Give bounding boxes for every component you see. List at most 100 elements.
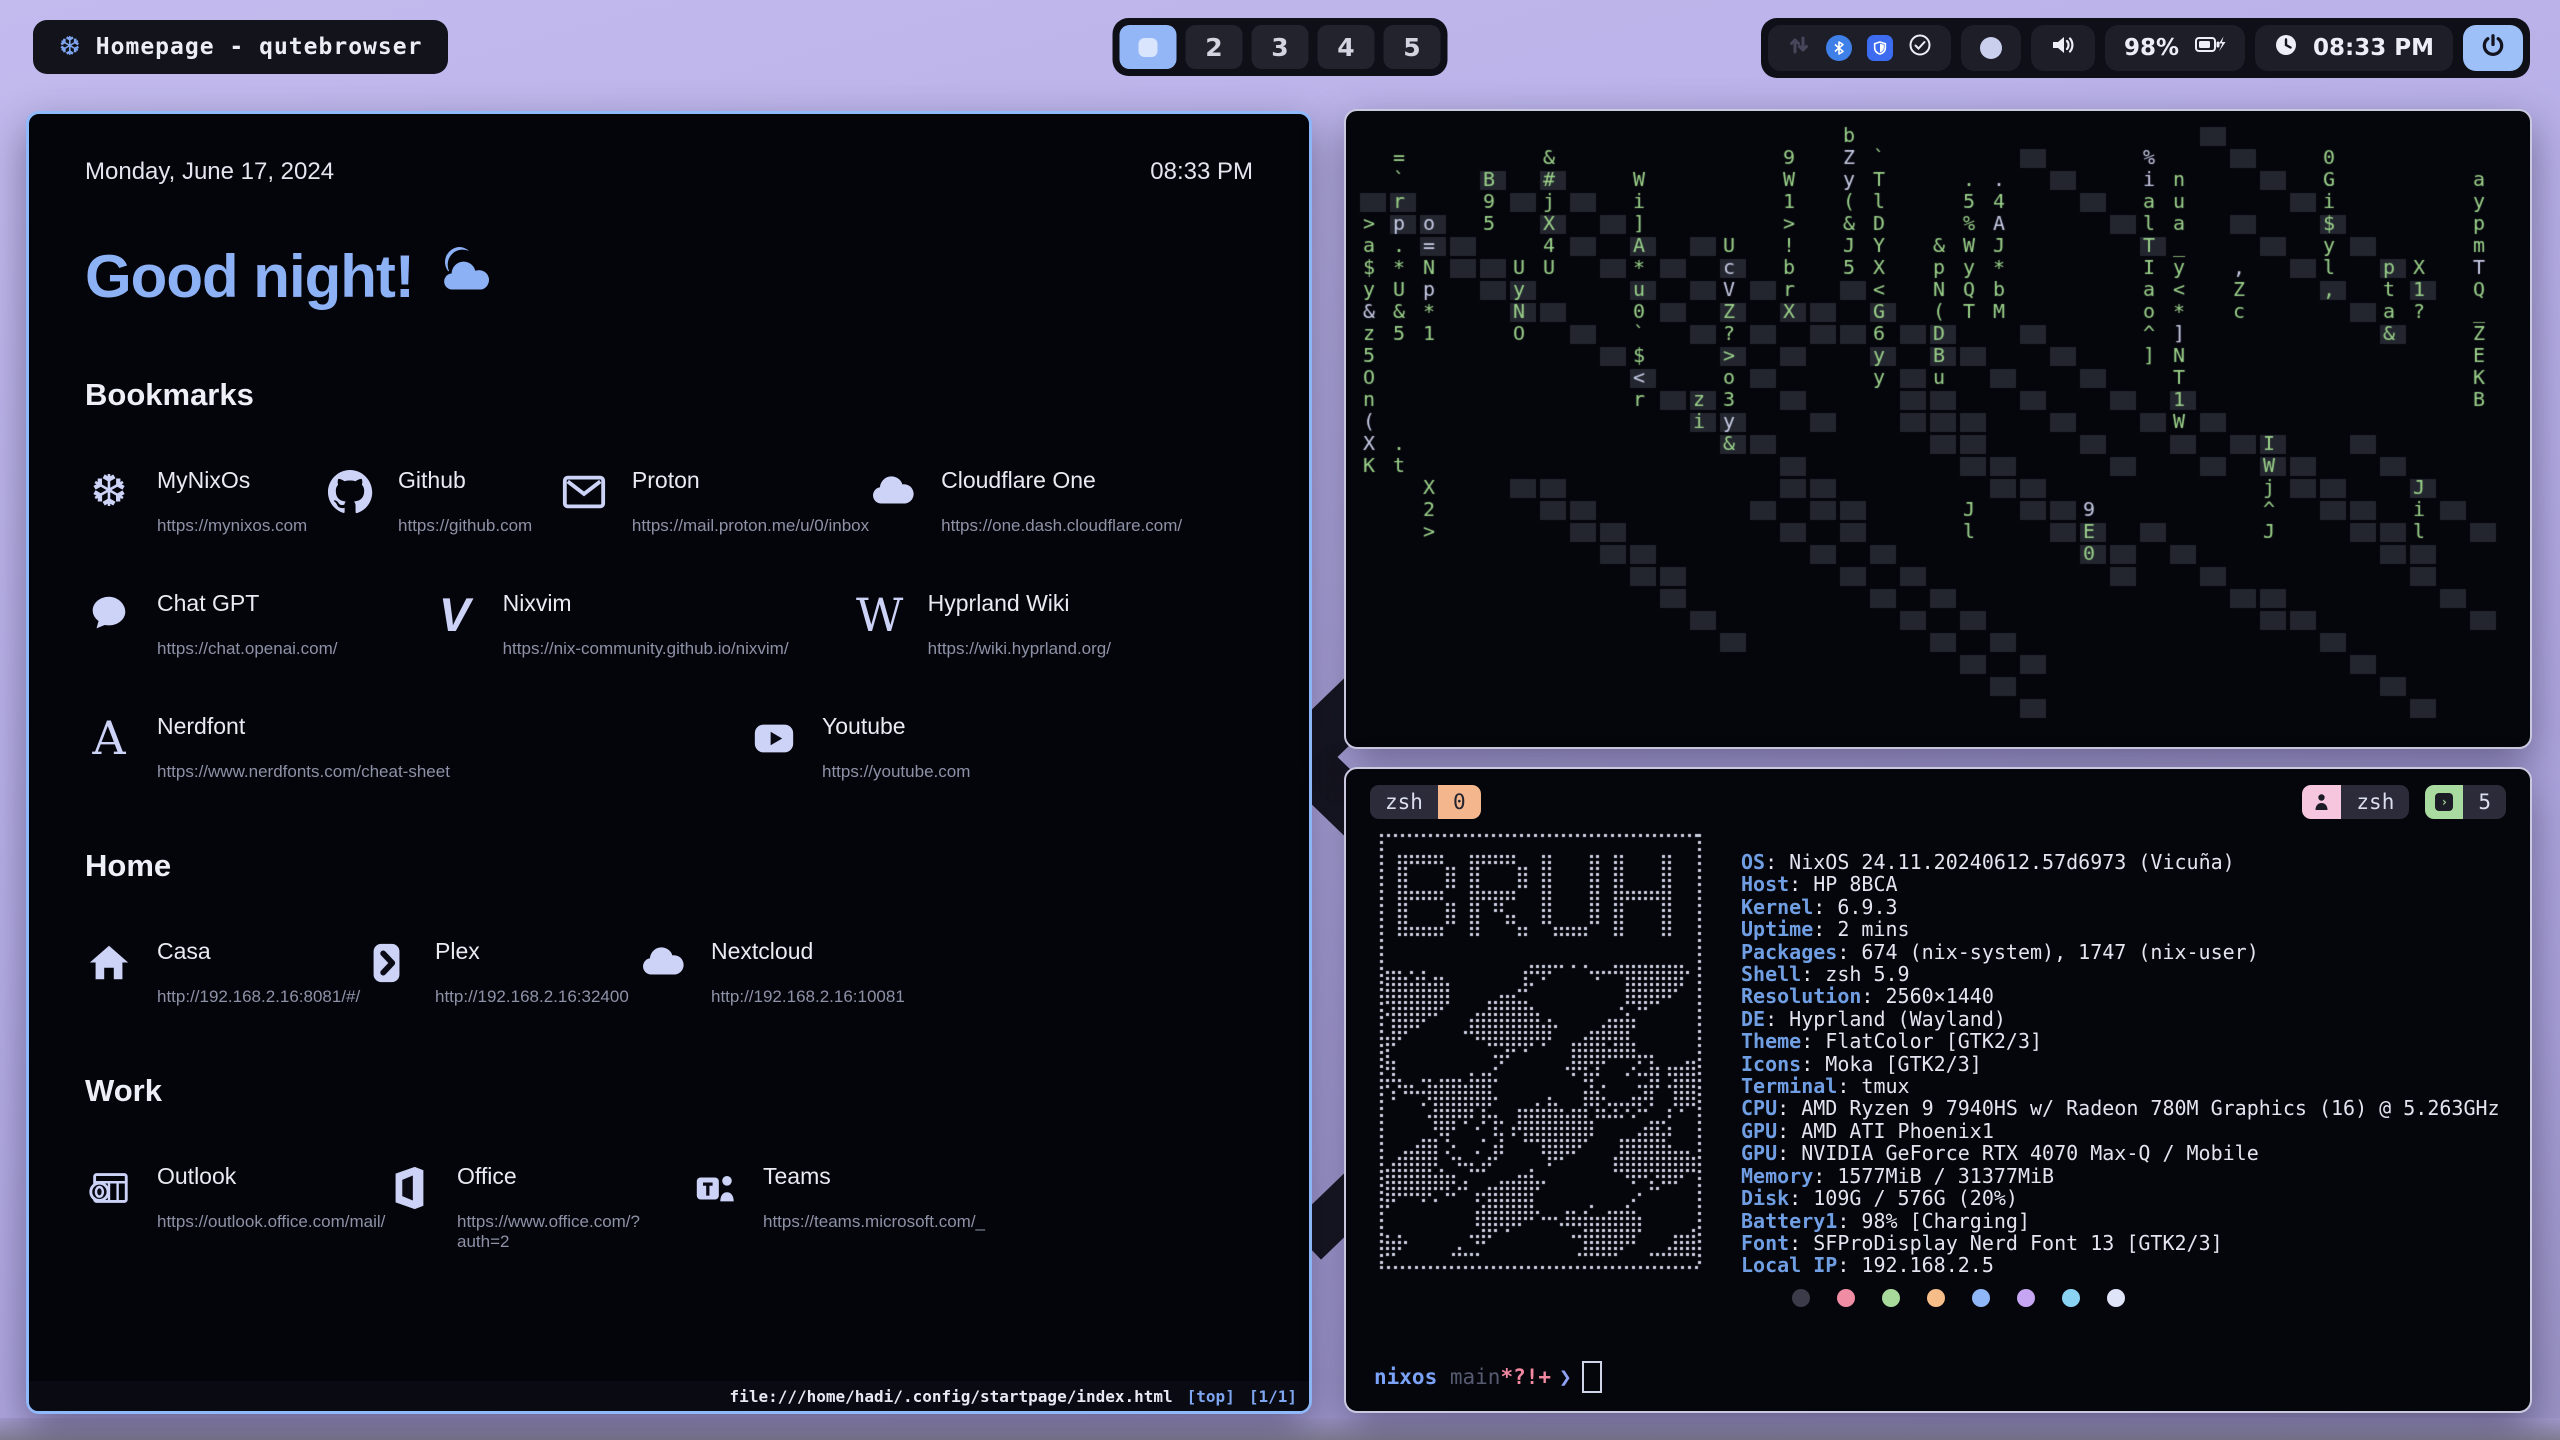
bookmark-name: Proton (632, 467, 869, 494)
nixos-logo-icon: ❆ (59, 32, 81, 62)
power-button[interactable] (2463, 25, 2523, 71)
fetch-label: Packages (1741, 940, 1837, 964)
bookmark-item-office[interactable]: Officehttps://www.office.com/?auth=2 (385, 1163, 691, 1252)
power-icon (2480, 32, 2506, 64)
active-workspace-indicator (1139, 38, 1158, 57)
workspace-button-1[interactable] (1120, 25, 1177, 69)
bookmark-url: https://outlook.office.com/mail/ (157, 1212, 385, 1232)
bookmark-url: https://www.office.com/?auth=2 (457, 1212, 691, 1252)
bookmark-item-mynixos[interactable]: ❆MyNixOshttps://mynixos.com (85, 467, 326, 536)
tray-battery-pill[interactable]: 98% (2105, 25, 2245, 71)
bookmark-url: https://github.com (398, 516, 532, 536)
palette-dot (2017, 1289, 2035, 1307)
bookmark-item-casa[interactable]: Casahttp://192.168.2.16:8081/#/ (85, 938, 363, 1007)
clock-label: 08:33 PM (2313, 35, 2434, 61)
system-tray: 98% 08:33 PM (1761, 18, 2530, 78)
palette-dot (1837, 1289, 1855, 1307)
bookmark-item-youtube[interactable]: Youtubehttps://youtube.com (750, 713, 1180, 782)
bookmark-row: ANerdfonthttps://www.nerdfonts.com/cheat… (85, 713, 1253, 782)
letter-w-icon: W (856, 592, 904, 638)
fetch-line: GPU: NVIDIA GeForce RTX 4070 Max-Q / Mob… (1741, 1142, 2500, 1164)
bookmark-item-outlook[interactable]: Outlook https://outlook.office.com/mail/ (85, 1163, 385, 1252)
prompt-host: nixos (1374, 1365, 1437, 1389)
bookmark-name: Github (398, 467, 532, 494)
snowflake-icon: ❆ (85, 469, 133, 515)
bookmark-item-plex[interactable]: Plexhttp://192.168.2.16:32400 (363, 938, 639, 1007)
bookmark-url: https://teams.microsoft.com/_ (763, 1212, 985, 1232)
tray-volume-pill[interactable] (2031, 25, 2095, 71)
bookmark-item-cloudflare-one[interactable]: Cloudflare Onehttps://one.dash.cloudflar… (869, 467, 1253, 536)
palette-dot (1972, 1289, 1990, 1307)
fastfetch-output: OS: NixOS 24.11.20240612.57d6973 (Vicuña… (1741, 851, 2500, 1277)
section-title-work: Work (85, 1073, 1253, 1109)
fetch-line: Font: SFProDisplay Nerd Font 13 [GTK2/3] (1741, 1232, 2500, 1254)
record-dot-icon (1980, 37, 2002, 59)
fetch-label: GPU (1741, 1119, 1777, 1143)
cloud-icon (639, 940, 687, 986)
outlook-icon (85, 1165, 133, 1211)
check-circle-icon (1908, 33, 1932, 63)
fetch-line: Uptime: 2 mins (1741, 918, 2500, 940)
fetch-line: Kernel: 6.9.3 (1741, 896, 2500, 918)
matrix-terminal-window[interactable] (1344, 109, 2532, 749)
fetch-label: Font (1741, 1231, 1789, 1255)
fetch-line: Local IP: 192.168.2.5 (1741, 1254, 2500, 1276)
bookmark-item-nextcloud[interactable]: Nextcloudhttp://192.168.2.16:10081 (639, 938, 1069, 1007)
bookmark-item-nixvim[interactable]: VNixvimhttps://nix-community.github.io/n… (431, 590, 856, 659)
bookmark-item-nerdfont[interactable]: ANerdfonthttps://www.nerdfonts.com/cheat… (85, 713, 750, 782)
bookmark-item-proton[interactable]: Protonhttps://mail.proton.me/u/0/inbox (560, 467, 869, 536)
bookmark-item-hyprland-wiki[interactable]: WHyprland Wikihttps://wiki.hyprland.org/ (856, 590, 1253, 659)
palette-dot (2107, 1289, 2125, 1307)
bookmark-item-teams[interactable]: Teamshttps://teams.microsoft.com/_ (691, 1163, 1121, 1252)
workspace-button-4[interactable]: 4 (1318, 25, 1375, 69)
prompt-symbol: ❯ (1559, 1365, 1572, 1389)
fetch-label: Uptime (1741, 917, 1813, 941)
fetch-label: OS (1741, 850, 1765, 874)
bookmark-item-github[interactable]: Github https://github.com (326, 467, 560, 536)
shield-icon (1867, 35, 1893, 61)
bookmark-row: Casahttp://192.168.2.16:8081/#/Plexhttp:… (85, 938, 1253, 1007)
active-window-title-pill[interactable]: ❆ Homepage - qutebrowser (33, 20, 448, 74)
tmux-session-tab[interactable]: zsh 0 (1370, 785, 1481, 819)
fetch-line: Host: HP 8BCA (1741, 873, 2500, 895)
letter-v-icon: V (431, 592, 479, 638)
workspace-button-5[interactable]: 5 (1384, 25, 1441, 69)
fetch-label: Theme (1741, 1029, 1801, 1053)
bookmark-url: https://youtube.com (822, 762, 970, 782)
terminal-icon: › (2425, 785, 2463, 819)
chat-bubble-icon (85, 592, 133, 638)
bookmark-url: https://nix-community.github.io/nixvim/ (503, 639, 789, 659)
office-icon (385, 1165, 433, 1211)
bookmark-name: Outlook (157, 1163, 385, 1190)
bookmark-name: Chat GPT (157, 590, 338, 617)
section-title-bookmarks: Bookmarks (85, 377, 1253, 413)
fetch-terminal-window[interactable]: zsh 0 zsh › 5 OS: NixOS 24.11.20240612.5… (1344, 767, 2532, 1413)
bookmark-url: https://mynixos.com (157, 516, 307, 536)
workspace-button-3[interactable]: 3 (1252, 25, 1309, 69)
tmux-window-count: 5 (2463, 785, 2506, 819)
tray-clock-pill[interactable]: 08:33 PM (2255, 25, 2453, 71)
fetch-line: Terminal: tmux (1741, 1075, 2500, 1097)
battery-charging-icon (2194, 33, 2226, 63)
section-title-home: Home (85, 848, 1253, 884)
desktop: ❆ Homepage - qutebrowser 2345 (0, 0, 2560, 1440)
qutebrowser-window[interactable]: Monday, June 17, 2024 08:33 PM Good nigh… (26, 111, 1312, 1414)
shell-prompt[interactable]: nixos main *?!+ ❯ (1374, 1361, 1602, 1393)
workspace-button-2[interactable]: 2 (1186, 25, 1243, 69)
bookmark-item-chat-gpt[interactable]: Chat GPThttps://chat.openai.com/ (85, 590, 431, 659)
fetch-label: Shell (1741, 962, 1801, 986)
clock-icon (2274, 33, 2298, 63)
play-icon (750, 715, 798, 761)
tray-notification-pill[interactable] (1961, 25, 2021, 71)
bookmark-name: Cloudflare One (941, 467, 1182, 494)
letter-a-icon: A (85, 715, 133, 761)
tmux-window-index: 0 (1438, 785, 1481, 819)
bookmark-name: Casa (157, 938, 360, 965)
network-arrows-icon (1787, 33, 1811, 63)
bookmark-row: Outlook https://outlook.office.com/mail/O… (85, 1163, 1253, 1252)
terminal-color-palette (1792, 1289, 2125, 1307)
palette-dot (2062, 1289, 2080, 1307)
tray-status-icons-pill[interactable] (1768, 25, 1951, 71)
bookmark-name: Nextcloud (711, 938, 905, 965)
fetch-label: CPU (1741, 1096, 1777, 1120)
